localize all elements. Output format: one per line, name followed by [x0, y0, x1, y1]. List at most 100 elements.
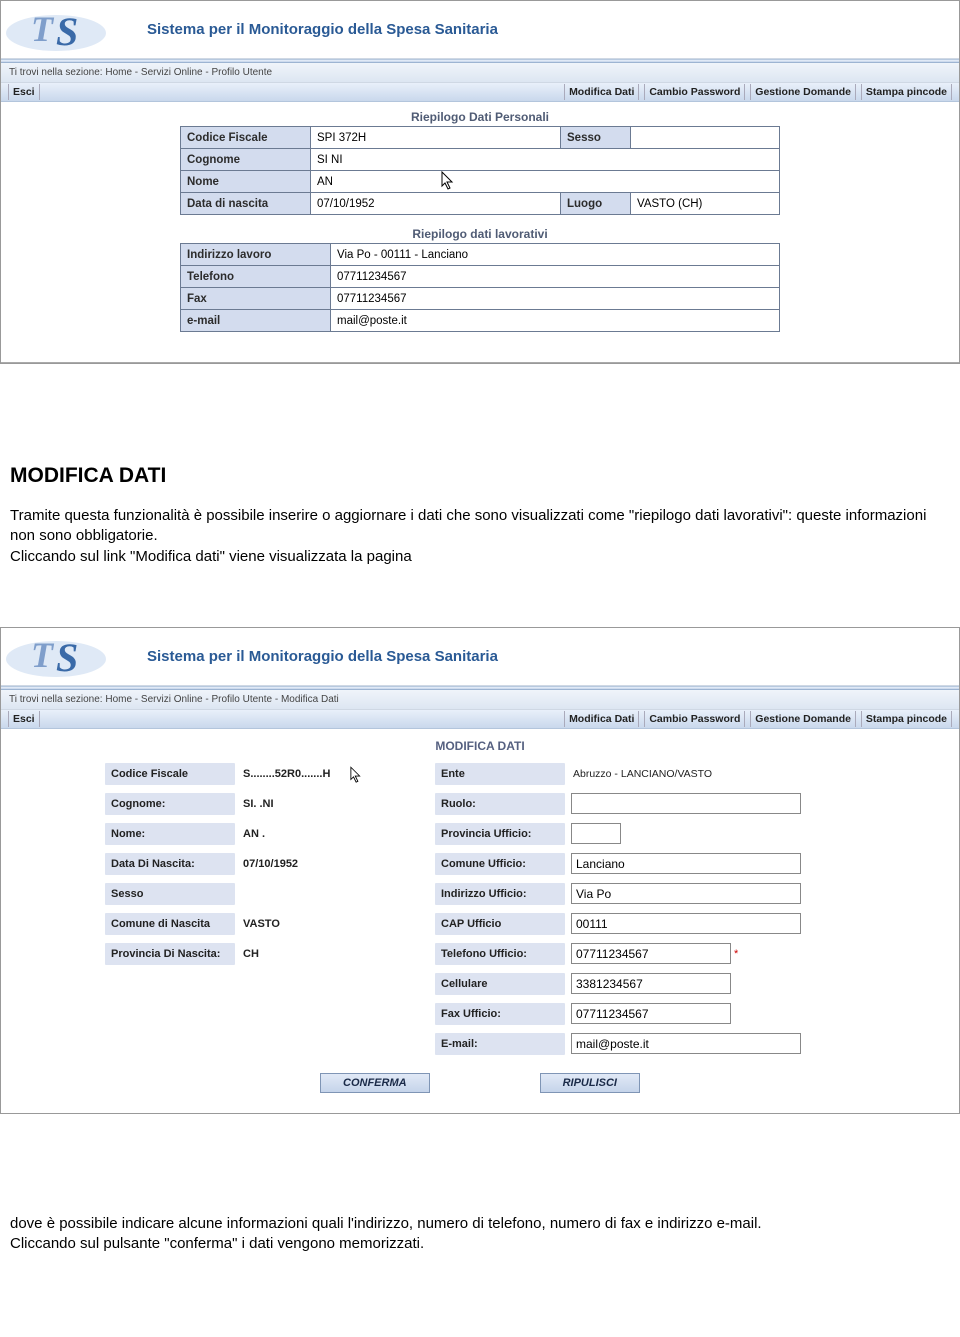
breadcrumb-prefix: Ti trovi nella sezione: [9, 67, 103, 78]
lbl-sesso: Sesso [561, 127, 631, 149]
app-title: Sistema per il Monitoraggio della Spesa … [147, 21, 498, 38]
lbl-indirizzo-lavoro: Indirizzo lavoro [181, 244, 331, 266]
lbl-email2: E-mail: [435, 1033, 565, 1055]
lbl-prov-nascita: Provincia Di Nascita: [105, 943, 235, 965]
nav-gestione-domande-2[interactable]: Gestione Domande [750, 711, 856, 727]
lbl-cap-uff: CAP Ufficio [435, 913, 565, 935]
doc-section-middle: MODIFICA DATI Tramite questa funzionalit… [0, 434, 960, 577]
screenshot-1: T S Sistema per il Monitoraggio della Sp… [0, 0, 960, 364]
lbl-prov-uff: Provincia Ufficio: [435, 823, 565, 845]
lbl-fax: Fax [181, 288, 331, 310]
nav-modifica-dati[interactable]: Modifica Dati [564, 84, 639, 100]
val-luogo: VASTO (CH) [631, 193, 780, 215]
nav-gestione-domande[interactable]: Gestione Domande [750, 84, 856, 100]
input-prov-uff[interactable] [571, 823, 621, 844]
breadcrumb-path: Home - Servizi Online - Profilo Utente [105, 67, 272, 78]
svg-text:T: T [31, 635, 55, 675]
required-asterisk-icon: * [731, 948, 738, 960]
val-indirizzo-lavoro: Via Po - 00111 - Lanciano [331, 244, 780, 266]
toolbar: Esci Modifica Dati Cambio Password Gesti… [1, 83, 959, 102]
breadcrumb-2: Ti trovi nella sezione: Home - Servizi O… [1, 690, 959, 710]
ripulisci-button[interactable]: RIPULISCI [540, 1073, 640, 1093]
val-sesso [631, 127, 780, 149]
val-comune-nascita: VASTO [235, 918, 280, 930]
input-fax-uff[interactable] [571, 1003, 731, 1024]
doc-p1: Tramite questa funzionalità è possibile … [10, 506, 950, 547]
nav-modifica-dati-2[interactable]: Modifica Dati [564, 711, 639, 727]
modifica-form: Codice Fiscale S........52R0.......H Cog… [1, 759, 959, 1059]
lbl-luogo: Luogo [561, 193, 631, 215]
conferma-button[interactable]: CONFERMA [320, 1073, 430, 1093]
cursor-icon [350, 766, 364, 786]
cursor-icon [441, 171, 457, 193]
button-row: CONFERMA RIPULISCI [1, 1073, 959, 1093]
nav-cambio-password-2[interactable]: Cambio Password [644, 711, 745, 727]
form-col-left: Codice Fiscale S........52R0.......H Cog… [105, 759, 435, 1059]
lbl-nome2: Nome: [105, 823, 235, 845]
val-nome2: AN . [235, 828, 265, 840]
lbl-comune-uff: Comune Ufficio: [435, 853, 565, 875]
svg-text:S: S [56, 9, 78, 54]
lbl-ruolo: Ruolo: [435, 793, 565, 815]
input-cellulare[interactable] [571, 973, 731, 994]
val-data-nascita: 07/10/1952 [311, 193, 561, 215]
val-cf: S........52R0.......H [243, 768, 330, 780]
lbl-dn2: Data Di Nascita: [105, 853, 235, 875]
app-header-2: T S Sistema per il Monitoraggio della Sp… [1, 628, 959, 686]
toolbar-2: Esci Modifica Dati Cambio Password Gesti… [1, 710, 959, 729]
lbl-email: e-mail [181, 310, 331, 332]
val-cognome: SI NI [317, 154, 343, 166]
doc-p2: Cliccando sul link "Modifica dati" viene… [10, 547, 950, 567]
esci-link-2[interactable]: Esci [8, 711, 40, 727]
doc-p3: dove è possibile indicare alcune informa… [10, 1214, 950, 1234]
val-prov-nascita: CH [235, 948, 259, 960]
lbl-telefono: Telefono [181, 266, 331, 288]
input-indirizzo-uff[interactable] [571, 883, 801, 904]
table-dati-lavorativi: Indirizzo lavoro Via Po - 00111 - Lancia… [180, 243, 780, 332]
nav-cambio-password[interactable]: Cambio Password [644, 84, 745, 100]
table-dati-personali: Codice Fiscale SPI 372H Sesso Cognome SI… [180, 126, 780, 215]
val-fax: 07711234567 [331, 288, 780, 310]
breadcrumb: Ti trovi nella sezione: Home - Servizi O… [1, 63, 959, 83]
modifica-dati-title: MODIFICA DATI [1, 729, 959, 759]
lbl-data-nascita: Data di nascita [181, 193, 311, 215]
lbl-cf: Codice Fiscale [105, 763, 235, 785]
val-cognome2: SI. .NI [235, 798, 274, 810]
doc-p4: Cliccando sul pulsante "conferma" i dati… [10, 1234, 950, 1254]
screenshot-2: T S Sistema per il Monitoraggio della Sp… [0, 627, 960, 1114]
lbl-cognome2: Cognome: [105, 793, 235, 815]
input-comune-uff[interactable] [571, 853, 801, 874]
breadcrumb-path-2: Home - Servizi Online - Profilo Utente -… [105, 694, 338, 705]
input-email[interactable] [571, 1033, 801, 1054]
lbl-comune-nascita: Comune di Nascita [105, 913, 235, 935]
lbl-nome: Nome [181, 171, 311, 193]
val-dn2: 07/10/1952 [235, 858, 298, 870]
lbl-fax-uff: Fax Ufficio: [435, 1003, 565, 1025]
app-header: T S Sistema per il Monitoraggio della Sp… [1, 1, 959, 59]
input-tel-uff[interactable] [571, 943, 731, 964]
val-telefono: 07711234567 [331, 266, 780, 288]
nav-stampa-pincode[interactable]: Stampa pincode [861, 84, 952, 100]
lbl-sesso2: Sesso [105, 883, 235, 905]
ts-logo-icon: T S [1, 1, 131, 59]
input-ruolo[interactable] [571, 793, 801, 814]
input-cap-uff[interactable] [571, 913, 801, 934]
val-nome: AN [317, 176, 333, 188]
ts-logo-icon: T S [1, 627, 131, 685]
svg-text:S: S [56, 635, 78, 680]
esci-link[interactable]: Esci [8, 84, 40, 100]
lbl-cognome: Cognome [181, 149, 311, 171]
nav-stampa-pincode-2[interactable]: Stampa pincode [861, 711, 952, 727]
svg-text:T: T [31, 9, 55, 49]
lbl-ente: Ente [435, 763, 565, 785]
separator [1, 362, 959, 363]
form-col-right: Ente Abruzzo - LANCIANO/VASTO Ruolo: Pro… [435, 759, 855, 1059]
section-title-personali: Riepilogo Dati Personali [1, 102, 959, 126]
lbl-tel-uff: Telefono Ufficio: [435, 943, 565, 965]
lbl-cellulare: Cellulare [435, 973, 565, 995]
lbl-codice-fiscale: Codice Fiscale [181, 127, 311, 149]
section-title-lavorativi: Riepilogo dati lavorativi [1, 219, 959, 243]
val-ente: Abruzzo - LANCIANO/VASTO [565, 768, 712, 780]
lbl-indirizzo-uff: Indirizzo Ufficio: [435, 883, 565, 905]
doc-heading: MODIFICA DATI [10, 464, 950, 488]
